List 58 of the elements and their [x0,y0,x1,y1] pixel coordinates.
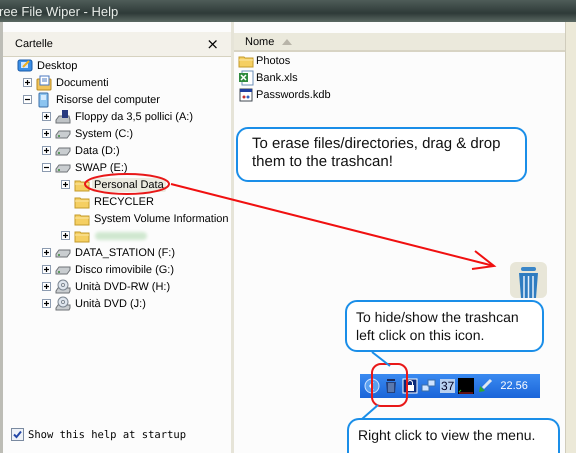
tree-item[interactable]: Data (D:) [73,144,122,158]
file-item[interactable]: Photos [256,54,290,66]
spreadsheet-icon [238,70,254,86]
window-icon [238,86,254,102]
chevron-icon[interactable] [364,378,380,394]
panel-title: Cartelle [15,38,53,50]
pen-icon[interactable] [477,378,494,394]
expand-toggle[interactable] [42,129,51,138]
highlight-ring [371,363,408,407]
tree-item[interactable]: Documenti [54,76,111,90]
tree-item[interactable]: DATA_STATION (F:) [73,246,178,260]
tree-item[interactable]: Unità DVD-RW (H:) [73,280,172,294]
tree-item[interactable]: Unità DVD (J:) [73,296,148,310]
expand-toggle[interactable] [42,282,51,291]
expand-toggle[interactable] [61,180,70,189]
desktop-icon [17,58,33,74]
expand-toggle[interactable] [42,248,51,257]
close-button[interactable]: × [204,36,221,52]
collapse-toggle[interactable] [42,163,51,172]
network-icon[interactable] [421,378,437,394]
checkbox-label: Show this help at startup [28,428,186,440]
trashcan-icon[interactable] [383,378,399,394]
callout-bubble: To erase files/directories, drag & drop them to the trashcan! [236,127,527,182]
blurred-label [95,232,147,240]
leader-line [371,351,391,367]
disc-drive-icon [55,296,71,312]
tree-item[interactable]: System Volume Information [92,212,231,226]
graph-icon[interactable] [458,378,474,394]
tree-item[interactable]: Disco rimovibile (G:) [73,262,176,276]
callout-bubble: Right click to view the menu. [347,418,560,453]
callout-bubble: To hide/show the trashcan left click on this icon. [345,300,544,352]
leader-line [361,404,379,420]
tree-item[interactable]: Risorse del computer [54,92,162,106]
expand-toggle[interactable] [42,265,51,274]
expand-toggle[interactable] [23,78,32,87]
window-title: ree File Wiper - Help [0,4,118,18]
column-header[interactable]: Nome [234,33,565,52]
sort-arrow-icon [282,38,292,44]
file-item[interactable]: Bank.xls [256,72,298,84]
collapse-toggle[interactable] [23,95,32,104]
tree-item[interactable]: Desktop [35,58,80,72]
tree-item[interactable]: Floppy da 3,5 pollici (A:) [73,110,195,124]
tree-item[interactable]: Personal Data [92,178,166,192]
file-item[interactable]: Passwords.kdb [256,88,331,100]
expand-toggle[interactable] [42,112,51,121]
clock: 22.56 [500,380,528,392]
tray-number[interactable]: 37 [440,379,456,393]
expand-toggle[interactable] [42,299,51,308]
trashcan-icon[interactable] [510,262,547,298]
tree-item[interactable]: RECYCLER [92,194,156,208]
expand-toggle[interactable] [42,146,51,155]
expand-toggle[interactable] [61,231,70,240]
tree-item[interactable]: System (C:) [73,126,136,140]
disc-drive-icon [55,278,71,294]
tree-item[interactable]: SWAP (E:) [73,160,130,174]
checkbox[interactable] [11,428,24,441]
floppy-drive-icon [55,108,71,124]
folder-documents-icon [36,74,52,90]
